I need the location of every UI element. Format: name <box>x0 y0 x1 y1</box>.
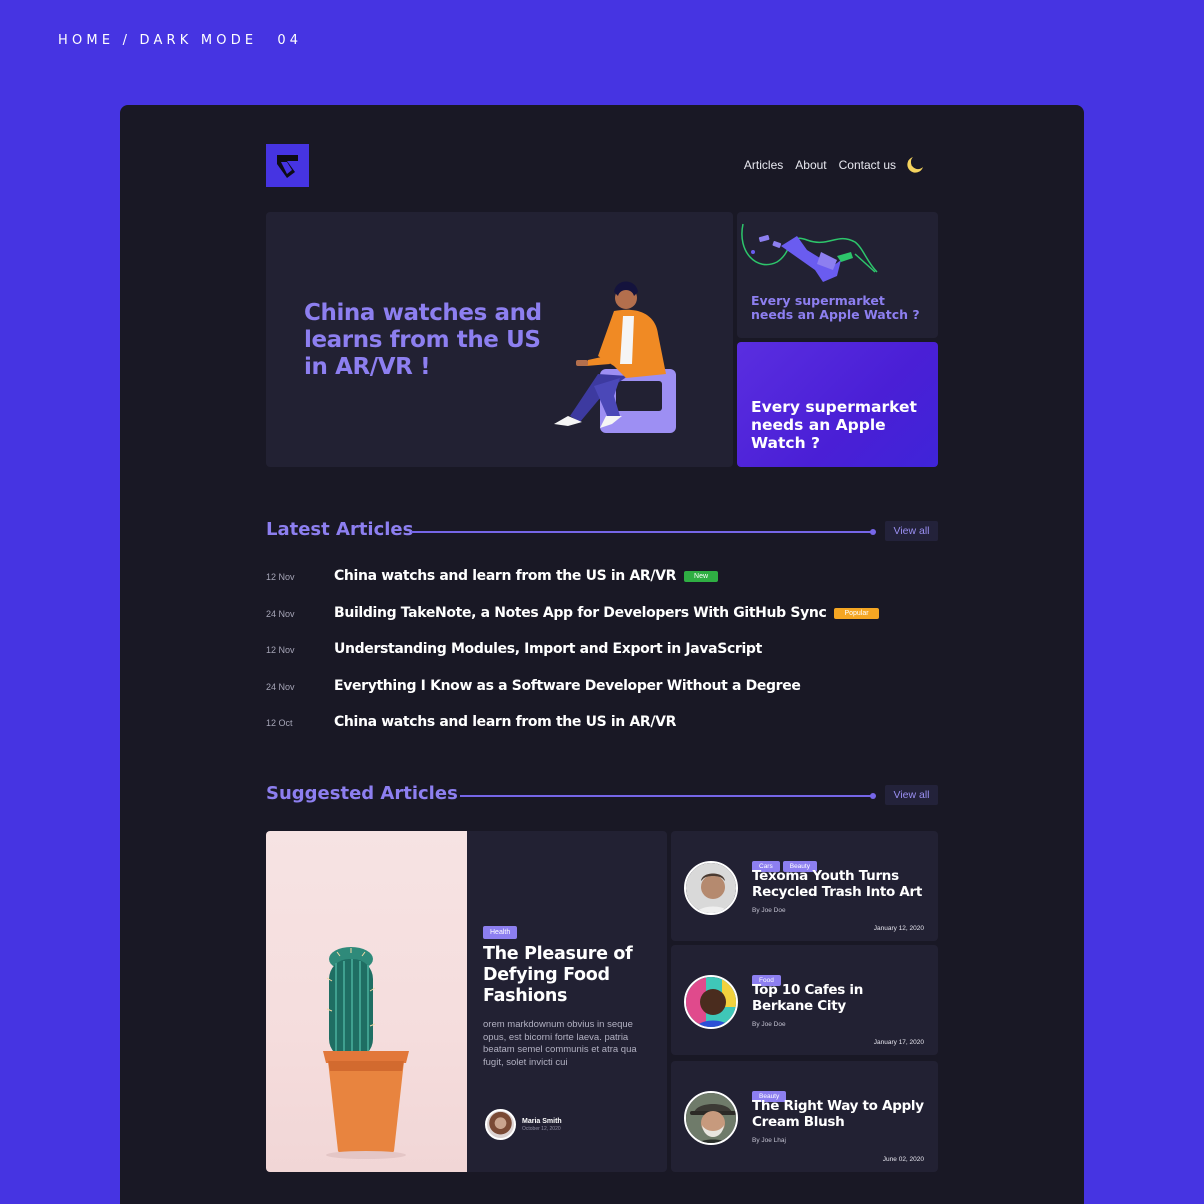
card-title[interactable]: Texoma Youth Turns Recycled Trash Into A… <box>752 868 928 900</box>
latest-view-all-button[interactable]: View all <box>885 521 938 541</box>
suggested-view-all-button[interactable]: View all <box>885 785 938 805</box>
logo[interactable] <box>266 144 309 187</box>
card-date: June 02, 2020 <box>882 1156 924 1163</box>
side-card-top[interactable]: Every supermarket needs an Apple Watch ? <box>737 212 938 338</box>
section-divider <box>411 529 876 535</box>
caption-number: 04 <box>277 33 303 48</box>
article-title-text[interactable]: Building TakeNote, a Notes App for Devel… <box>334 605 827 621</box>
avatar-image <box>686 977 736 1027</box>
list-item[interactable]: 12 Nov Understanding Modules, Import and… <box>266 640 938 677</box>
list-item[interactable]: 24 Nov Building TakeNote, a Notes App fo… <box>266 604 938 641</box>
article-title-text[interactable]: China watchs and learn from the US in AR… <box>334 568 676 584</box>
avatar-image <box>686 863 736 913</box>
article-date: 12 Nov <box>266 645 295 655</box>
card-title[interactable]: The Right Way to Apply Cream Blush <box>752 1098 928 1130</box>
nav-about[interactable]: About <box>795 158 826 172</box>
sitting-person-illustration <box>554 281 676 433</box>
category-tag[interactable]: Health <box>483 926 518 939</box>
card-title[interactable]: Top 10 Cafes in Berkane City <box>752 982 928 1014</box>
top-nav: Articles About Contact us <box>732 156 924 174</box>
side-card-bottom[interactable]: Every supermarket needs an Apple Watch ? <box>737 342 938 467</box>
suggested-card[interactable]: Food Top 10 Cafes in Berkane City By Joe… <box>671 945 938 1055</box>
avatar-image <box>686 1093 736 1143</box>
space-illustration <box>741 223 878 282</box>
article-title[interactable]: Everything I Know as a Software Develope… <box>334 678 801 694</box>
popular-badge: Popular <box>834 607 879 619</box>
list-item[interactable]: 12 Nov China watchs and learn from the U… <box>266 567 938 604</box>
card-author: By Joe Doe <box>752 1021 786 1028</box>
latest-articles-heading: Latest Articles <box>266 519 414 540</box>
page-caption: HOME / DARK MODE 04 <box>58 33 302 48</box>
suggested-articles-header: Suggested Articles View all <box>266 783 938 807</box>
article-date: 12 Nov <box>266 572 295 582</box>
article-date: 24 Nov <box>266 608 295 619</box>
featured-article-title[interactable]: The Pleasure of Defying Food Fashions <box>483 944 653 1007</box>
moon-icon[interactable] <box>906 156 924 174</box>
article-date: 12 Oct <box>266 718 293 728</box>
avatar <box>684 861 738 915</box>
list-item[interactable]: 12 Oct China watchs and learn from the U… <box>266 713 938 750</box>
list-item[interactable]: 24 Nov Everything I Know as a Software D… <box>266 677 938 714</box>
logo-mark-icon <box>277 155 298 178</box>
hero-card[interactable]: China watches and learns from the US in … <box>266 212 733 467</box>
side-card-bottom-title[interactable]: Every supermarket needs an Apple Watch ? <box>751 398 931 452</box>
article-title[interactable]: Building TakeNote, a Notes App for Devel… <box>334 605 879 621</box>
featured-article-card[interactable]: Health The Pleasure of Defying Food Fash… <box>266 831 667 1172</box>
new-badge: New <box>684 571 719 582</box>
browser-frame: Articles About Contact us China watches … <box>120 105 1084 1204</box>
avatar <box>684 975 738 1029</box>
nav-contact[interactable]: Contact us <box>839 158 896 172</box>
article-title[interactable]: Understanding Modules, Import and Export… <box>334 641 762 657</box>
featured-article-excerpt: orem markdownum obvius in seque opus, es… <box>483 1019 637 1068</box>
card-date: January 17, 2020 <box>873 1039 924 1046</box>
suggested-card[interactable]: Beauty The Right Way to Apply Cream Blus… <box>671 1061 938 1172</box>
latest-articles-list: 12 Nov China watchs and learn from the U… <box>266 567 938 750</box>
card-author: By Joe Doe <box>752 907 786 914</box>
suggested-articles-heading: Suggested Articles <box>266 783 458 804</box>
nav-articles[interactable]: Articles <box>744 158 783 172</box>
card-date: January 12, 2020 <box>873 925 924 932</box>
author-date: October 12, 2020 <box>522 1125 561 1132</box>
section-divider <box>460 793 876 799</box>
featured-author[interactable]: Maria Smith October 12, 2020 <box>485 1109 562 1140</box>
article-date: 24 Nov <box>266 681 295 692</box>
article-title[interactable]: China watchs and learn from the US in AR… <box>334 714 676 730</box>
caption-text: HOME / DARK MODE <box>58 33 258 48</box>
featured-article-body: Health The Pleasure of Defying Food Fash… <box>483 921 653 1069</box>
site-header: Articles About Contact us <box>266 144 938 188</box>
author-name: Maria Smith <box>522 1117 562 1125</box>
avatar <box>485 1109 516 1140</box>
hero-title[interactable]: China watches and learns from the US in … <box>304 300 564 381</box>
card-author: By Joe Lhaj <box>752 1137 786 1144</box>
latest-articles-header: Latest Articles View all <box>266 519 938 543</box>
cactus-photo <box>266 831 467 1172</box>
suggested-card[interactable]: Cars Beauty Texoma Youth Turns Recycled T… <box>671 831 938 941</box>
cactus-image <box>323 947 409 1159</box>
side-card-top-title[interactable]: Every supermarket needs an Apple Watch ? <box>751 294 931 322</box>
article-title[interactable]: China watchs and learn from the US in AR… <box>334 568 719 584</box>
avatar <box>684 1091 738 1145</box>
